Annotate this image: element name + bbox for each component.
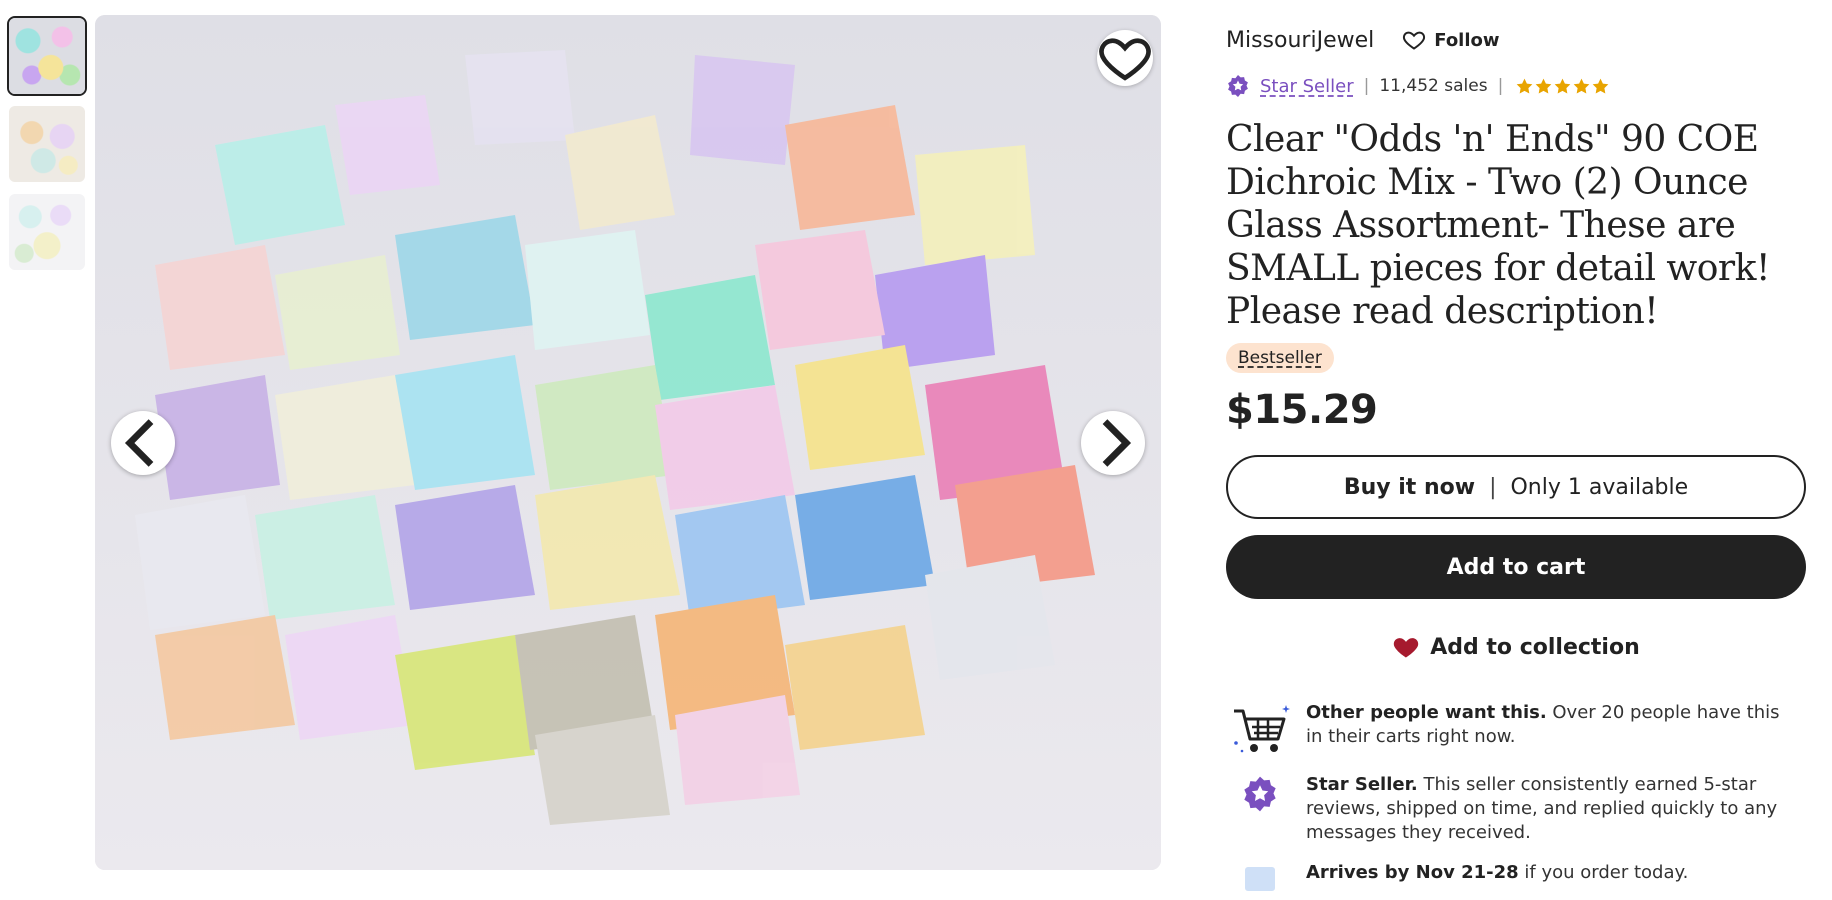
perk-text: Star Seller. This seller consistently ea… (1294, 773, 1794, 845)
perk-text: Other people want this. Over 20 people h… (1294, 701, 1794, 749)
next-image-button[interactable] (1081, 411, 1145, 475)
thumbnail-1[interactable] (7, 16, 87, 96)
delivery-box-icon (1226, 861, 1294, 893)
perk-arrival: Arrives by Nov 21-28 if you order today. (1226, 861, 1806, 893)
main-product-image (95, 15, 1161, 870)
thumbnail-image (9, 194, 85, 270)
star-seller-badge-icon (1226, 773, 1294, 813)
perk-lead: Arrives by Nov 21-28 (1306, 862, 1519, 883)
glass-pieces-photo (95, 15, 1161, 870)
heart-outline-icon (1403, 31, 1426, 50)
perk-lead: Star Seller. (1306, 774, 1418, 795)
bestseller-badge[interactable]: Bestseller (1226, 343, 1334, 373)
chevron-left-icon (124, 419, 154, 467)
star-seller-badge-icon (1226, 74, 1250, 98)
star-icon (1554, 78, 1571, 93)
buy-now-label: Buy it now (1343, 474, 1476, 500)
chevron-right-icon (1102, 419, 1132, 467)
product-price: $15.29 (1226, 387, 1378, 433)
previous-image-button[interactable] (111, 411, 175, 475)
add-to-collection-button[interactable]: Add to collection (1226, 615, 1806, 679)
perk-detail: if you order today. (1518, 862, 1689, 883)
add-to-collection-label: Add to collection (1430, 634, 1640, 660)
perk-star-seller: Star Seller. This seller consistently ea… (1226, 773, 1806, 845)
shop-row: MissouriJewel Follow (1226, 20, 1806, 60)
buy-it-now-button[interactable]: Buy it now | Only 1 available (1226, 455, 1806, 519)
follow-button[interactable]: Follow (1402, 28, 1500, 52)
divider: | (1489, 474, 1497, 500)
perk-text: Arrives by Nov 21-28 if you order today. (1294, 861, 1794, 885)
add-to-cart-button[interactable]: Add to cart (1226, 535, 1806, 599)
follow-label: Follow (1434, 29, 1500, 51)
shopping-cart-icon (1226, 701, 1294, 757)
star-seller-link[interactable]: Star Seller (1260, 76, 1354, 97)
thumbnail-2[interactable] (7, 104, 87, 184)
heart-filled-icon (1394, 638, 1419, 658)
perk-in-demand: Other people want this. Over 20 people h… (1226, 701, 1806, 757)
star-icon (1573, 78, 1590, 93)
perk-lead: Other people want this. (1306, 702, 1547, 723)
sales-count: 11,452 sales (1379, 76, 1488, 96)
divider: | (1497, 76, 1504, 96)
thumbnail-strip (7, 16, 87, 280)
product-title: Clear "Odds 'n' Ends" 90 COE Dichroic Mi… (1226, 119, 1770, 332)
star-icon (1535, 78, 1552, 93)
thumbnail-image (9, 18, 85, 94)
star-icon (1592, 78, 1609, 93)
seller-rating-row: Star Seller | 11,452 sales | (1226, 74, 1806, 98)
listing-info-panel: MissouriJewel Follow Star Seller | 11,45… (1226, 20, 1806, 900)
thumbnail-3[interactable] (7, 192, 87, 272)
shop-name-link[interactable]: MissouriJewel (1226, 28, 1374, 53)
listing-page: MissouriJewel Follow Star Seller | 11,45… (0, 0, 1832, 900)
listing-highlights: Other people want this. Over 20 people h… (1226, 701, 1806, 893)
star-icon (1516, 78, 1533, 93)
divider: | (1363, 76, 1370, 96)
favorite-button[interactable] (1097, 30, 1153, 86)
availability-text: Only 1 available (1510, 474, 1689, 500)
heart-outline-icon (1099, 38, 1151, 81)
thumbnail-image (9, 106, 85, 182)
rating-stars[interactable] (1515, 77, 1610, 96)
